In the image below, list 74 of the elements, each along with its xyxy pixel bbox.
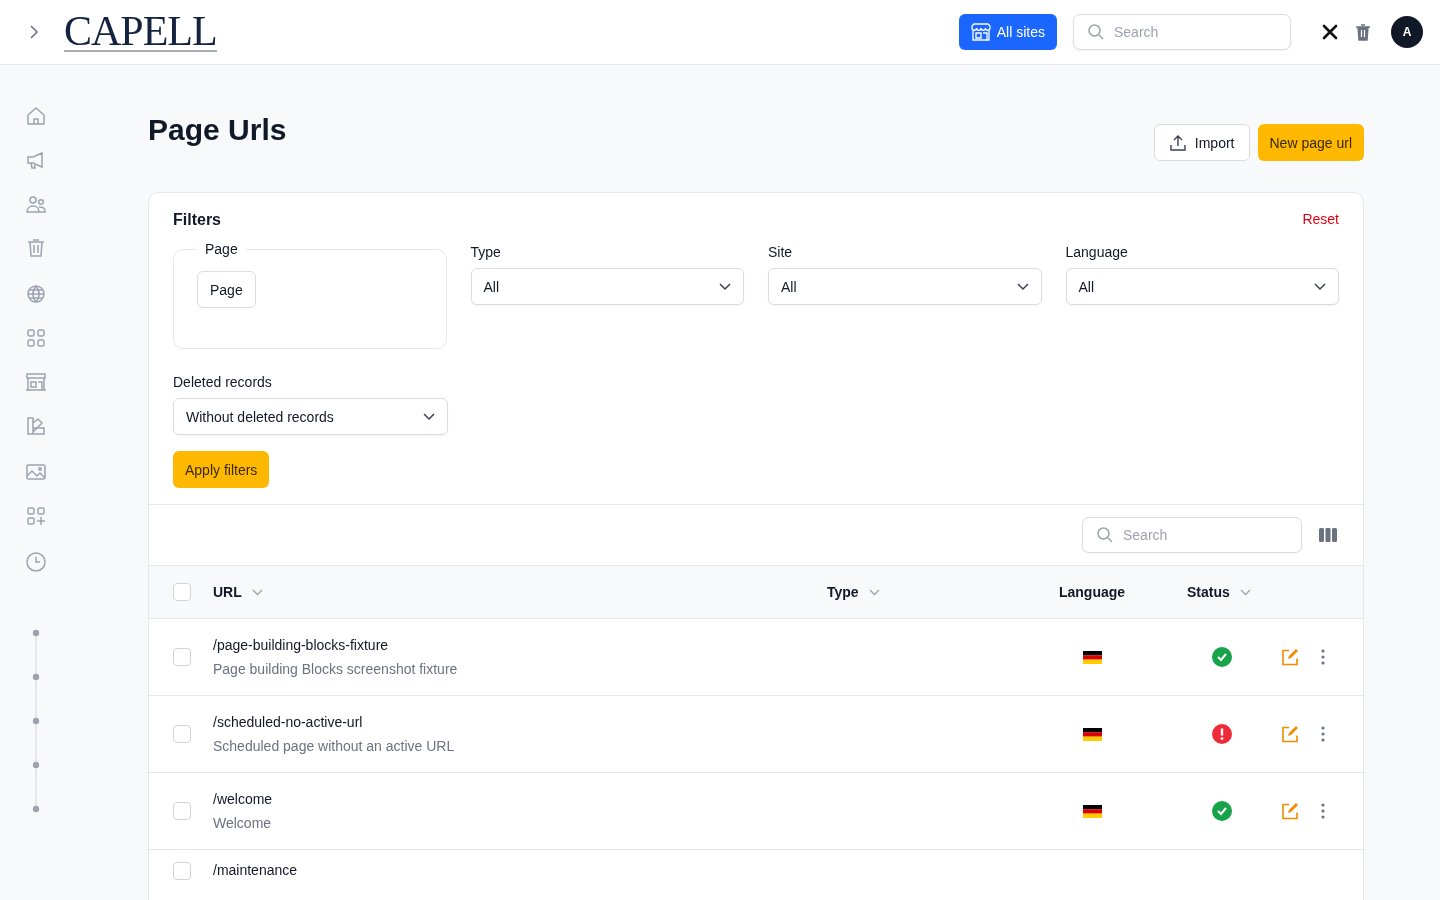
- users-icon[interactable]: [25, 193, 47, 215]
- sort-icon[interactable]: [1239, 588, 1251, 596]
- more-icon[interactable]: [1321, 649, 1325, 665]
- more-icon[interactable]: [1321, 726, 1325, 742]
- globe-icon[interactable]: [25, 283, 47, 305]
- url-text: /scheduled-no-active-url: [213, 714, 363, 730]
- flag-icon: [1082, 804, 1102, 818]
- search-field[interactable]: Search: [1082, 517, 1302, 553]
- filter-label: Site: [768, 244, 794, 260]
- row-checkbox[interactable]: [173, 648, 191, 666]
- column-header[interactable]: URL: [213, 584, 242, 600]
- swatch-icon[interactable]: [25, 415, 47, 437]
- new-page-url-button[interactable]: New page url: [1257, 124, 1364, 161]
- trash-icon[interactable]: [1355, 23, 1371, 41]
- filter-label: Deleted records: [173, 374, 273, 390]
- reset-link[interactable]: Reset: [1302, 211, 1339, 229]
- select-all-checkbox[interactable]: [173, 583, 191, 601]
- row-checkbox[interactable]: [173, 725, 191, 743]
- filter-select[interactable]: All: [470, 268, 744, 305]
- filters-title: Filters: [173, 211, 221, 229]
- column-header[interactable]: Type: [827, 584, 859, 600]
- tools-icon[interactable]: [1321, 23, 1339, 41]
- page-button[interactable]: Page: [197, 271, 256, 308]
- image-icon[interactable]: [25, 461, 47, 483]
- alert-circle-icon: [1212, 724, 1232, 744]
- store-icon[interactable]: [25, 371, 47, 393]
- search-icon: [1096, 526, 1114, 544]
- more-icon[interactable]: [1321, 803, 1325, 819]
- check-circle-icon: [1212, 647, 1232, 667]
- page-title-text: Page building Blocks screenshot fixture: [213, 661, 458, 677]
- url-text: /page-building-blocks-fixture: [213, 637, 389, 653]
- expand-icon[interactable]: [28, 23, 40, 41]
- filter-label: Language: [1065, 244, 1129, 260]
- store-icon: [970, 23, 991, 41]
- filter-select[interactable]: Without deleted records: [173, 398, 448, 435]
- column-header[interactable]: Status: [1187, 584, 1230, 600]
- filter-label: Type: [470, 244, 502, 260]
- row-checkbox[interactable]: [173, 802, 191, 820]
- flag-icon: [1082, 727, 1102, 741]
- chevron-down-icon: [1314, 282, 1326, 291]
- logo[interactable]: CAPELL: [64, 12, 217, 52]
- chevron-down-icon: [719, 282, 731, 291]
- chevron-down-icon: [1016, 282, 1029, 291]
- flag-icon: [1082, 650, 1102, 664]
- edit-icon[interactable]: [1281, 725, 1299, 743]
- grid-plus-icon[interactable]: [25, 505, 47, 527]
- grid-icon[interactable]: [25, 327, 47, 349]
- page-title-text: Welcome: [213, 815, 272, 831]
- home-icon[interactable]: [25, 105, 47, 127]
- edit-icon[interactable]: [1281, 802, 1299, 820]
- sort-icon[interactable]: [251, 588, 263, 596]
- search-field[interactable]: Search: [1073, 14, 1291, 50]
- apply-filters-button[interactable]: Apply filters: [173, 451, 270, 488]
- page-title-text: Scheduled page without an active URL: [213, 738, 455, 754]
- check-circle-icon: [1212, 801, 1232, 821]
- edit-icon[interactable]: [1281, 648, 1299, 666]
- column-header[interactable]: Language: [1058, 584, 1126, 600]
- chevron-down-icon: [423, 412, 435, 421]
- url-text: /welcome: [213, 791, 273, 807]
- clock-icon[interactable]: [25, 551, 47, 573]
- url-text: /maintenance: [213, 862, 298, 878]
- all-sites-button[interactable]: All sites: [958, 14, 1057, 50]
- upload-icon: [1168, 133, 1187, 152]
- row-checkbox[interactable]: [173, 862, 191, 880]
- import-button[interactable]: Import: [1153, 124, 1250, 161]
- columns-icon[interactable]: [1319, 528, 1337, 542]
- trash-icon[interactable]: [25, 237, 47, 259]
- page-title: Page Urls: [148, 113, 287, 147]
- fieldset-legend: Page: [197, 241, 246, 257]
- user-avatar[interactable]: A: [1391, 16, 1423, 48]
- search-icon: [1087, 23, 1105, 41]
- sort-icon[interactable]: [868, 588, 880, 596]
- filter-select[interactable]: All: [768, 268, 1042, 305]
- filter-select[interactable]: All: [1065, 268, 1339, 305]
